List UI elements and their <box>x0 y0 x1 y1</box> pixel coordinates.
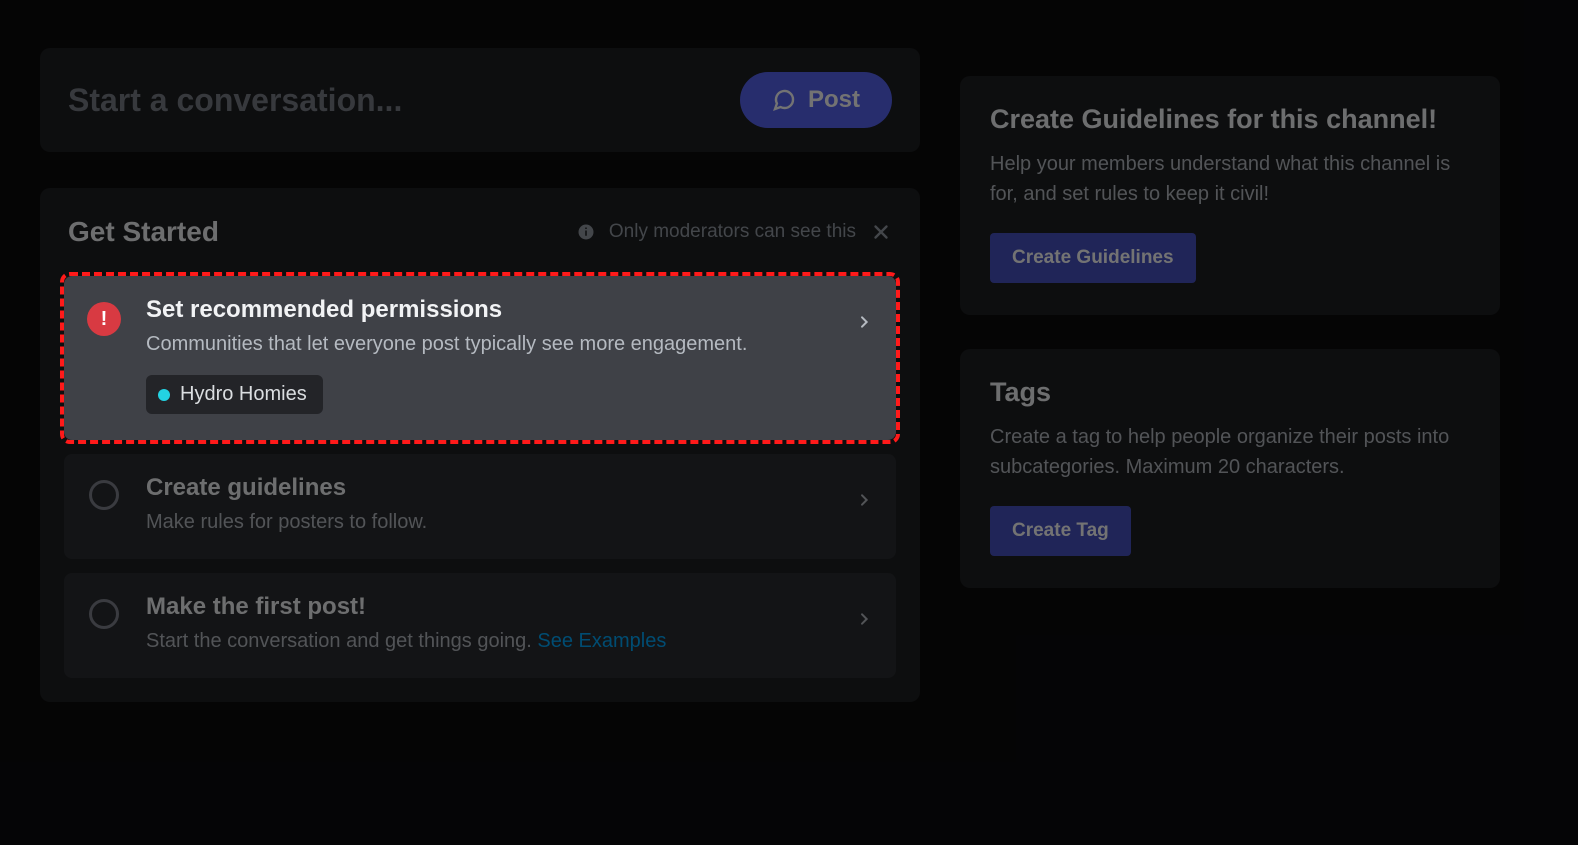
unchecked-icon <box>89 480 119 510</box>
step-create-guidelines[interactable]: Create guidelines Make rules for posters… <box>64 454 896 559</box>
composer-box: Post <box>40 48 920 152</box>
get-started-card: Get Started Only moderators can see this… <box>40 188 920 702</box>
chevron-right-icon <box>856 474 872 513</box>
moderator-note: Only moderators can see this <box>609 221 856 243</box>
tags-title: Tags <box>990 377 1470 408</box>
guidelines-desc: Help your members understand what this c… <box>990 149 1470 209</box>
get-started-header: Get Started Only moderators can see this <box>64 216 896 248</box>
step-title: Make the first post! <box>146 593 832 621</box>
guidelines-title: Create Guidelines for this channel! <box>990 104 1470 135</box>
step-set-permissions[interactable]: ! Set recommended permissions Communitie… <box>64 276 896 440</box>
step-title: Set recommended permissions <box>146 296 832 324</box>
step-desc: Communities that let everyone post typic… <box>146 330 832 359</box>
create-guidelines-button[interactable]: Create Guidelines <box>990 233 1196 283</box>
see-examples-link[interactable]: See Examples <box>537 630 666 652</box>
create-tag-button[interactable]: Create Tag <box>990 506 1131 556</box>
speech-bubble-icon <box>772 88 796 112</box>
guidelines-card: Create Guidelines for this channel! Help… <box>960 76 1500 315</box>
info-icon <box>577 223 595 241</box>
step-desc: Start the conversation and get things go… <box>146 627 832 656</box>
step-desc: Make rules for posters to follow. <box>146 508 832 537</box>
tags-card: Tags Create a tag to help people organiz… <box>960 349 1500 588</box>
role-tag-chip: Hydro Homies <box>146 375 323 414</box>
post-button[interactable]: Post <box>740 72 892 128</box>
get-started-title: Get Started <box>68 216 219 248</box>
role-color-dot <box>158 389 170 401</box>
role-tag-label: Hydro Homies <box>180 383 307 406</box>
chevron-right-icon <box>856 296 872 335</box>
alert-icon: ! <box>87 302 121 336</box>
step-make-first-post[interactable]: Make the first post! Start the conversat… <box>64 573 896 678</box>
close-icon[interactable] <box>870 221 892 243</box>
post-button-label: Post <box>808 86 860 114</box>
chevron-right-icon <box>856 593 872 632</box>
composer-input[interactable] <box>68 82 740 119</box>
step-title: Create guidelines <box>146 474 832 502</box>
tags-desc: Create a tag to help people organize the… <box>990 422 1470 482</box>
unchecked-icon <box>89 599 119 629</box>
